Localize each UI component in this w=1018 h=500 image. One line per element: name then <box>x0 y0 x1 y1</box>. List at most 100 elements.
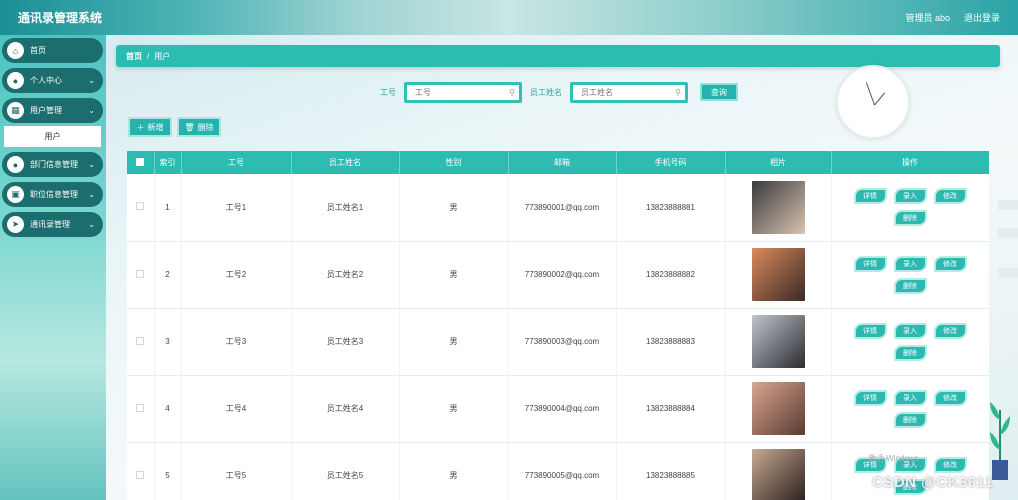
phone-cell: 13823888884 <box>616 375 726 443</box>
employee-photo <box>751 248 805 301</box>
logout-link[interactable]: 退出登录 <box>964 11 1000 24</box>
clock-decoration <box>836 65 910 139</box>
photo-cell <box>725 375 832 443</box>
home-icon: ⌂ <box>7 42 24 59</box>
gender-cell: 男 <box>399 442 509 500</box>
add-button[interactable]: ＋ 新增 <box>128 117 172 137</box>
edit-button[interactable]: 修改 <box>933 456 967 473</box>
table-row: 1 工号1 员工姓名1 男 773890001@qq.com 13823888881 详情录… <box>127 174 989 242</box>
person-icon: ● <box>7 156 24 173</box>
edit-button[interactable]: 修改 <box>933 322 967 339</box>
row-checkbox[interactable] <box>136 202 145 211</box>
table-row: 3 工号3 员工姓名3 男 773890003@qq.com 13823888883 详情录… <box>127 308 989 376</box>
enter-button[interactable]: 录入 <box>893 188 927 205</box>
sidebar-item-4[interactable]: ▣ 职位信息管理 ⌄ <box>2 182 103 207</box>
enter-button[interactable]: 录入 <box>893 322 927 339</box>
index-cell: 4 <box>154 375 182 443</box>
row-checkbox-cell <box>127 442 155 500</box>
delete-button[interactable]: 删除 <box>893 344 927 361</box>
briefcase-icon: ▣ <box>7 186 24 203</box>
edit-button[interactable]: 修改 <box>933 389 967 406</box>
sidebar: ⌂ 首页 ● 个人中心 ⌄ ▦ 用户管理 ⌄ 用户 ● 部门信息管理 ⌄ ▣ 职位信息管理 ⌄ ➤ 通讯录管理 ⌄ <box>0 35 106 500</box>
row-checkbox-cell <box>127 174 155 242</box>
table-row: 2 工号2 员工姓名2 男 773890002@qq.com 13823888882 详情录… <box>127 241 989 309</box>
search-row: 工号 ⚲ 员工姓名 ⚲ 查询 <box>380 81 738 103</box>
column-header: 操作 <box>831 151 989 174</box>
employee-photo <box>751 180 805 234</box>
decoration-stripe <box>998 268 1018 278</box>
chevron-down-icon: ⌄ <box>88 106 95 115</box>
operations-cell: 详情 录入 修改 删除 <box>831 308 989 376</box>
employee-id-cell: 工号3 <box>181 308 292 376</box>
detail-button[interactable]: 详情 <box>853 389 887 406</box>
sidebar-item-label: 通讯录管理 <box>30 220 70 229</box>
sidebar-item-2[interactable]: ▦ 用户管理 ⌄ <box>2 98 103 123</box>
decoration-stripe <box>998 200 1018 210</box>
plus-icon: ＋ <box>136 122 145 132</box>
index-cell: 1 <box>154 174 182 242</box>
send-icon: ➤ <box>7 216 24 233</box>
sidebar-item-0[interactable]: ⌂ 首页 <box>2 38 103 63</box>
sidebar-subitem-user[interactable]: 用户 <box>4 126 101 147</box>
gender-cell: 男 <box>399 174 509 242</box>
operations-cell: 详情 录入 修改 删除 <box>831 375 989 443</box>
email-cell: 773890004@qq.com <box>508 375 617 443</box>
employee-photo <box>751 449 805 500</box>
search-icon: ⚲ <box>509 87 515 97</box>
plant-decoration <box>990 402 1010 480</box>
name-search-input[interactable] <box>581 87 671 97</box>
row-checkbox[interactable] <box>136 336 145 345</box>
user-area: 管理员 abo 退出登录 <box>905 11 1000 24</box>
enter-button[interactable]: 录入 <box>893 255 927 272</box>
column-header <box>127 151 155 174</box>
grid-icon: ▦ <box>7 102 24 119</box>
employee-name-cell: 员工姓名3 <box>291 308 400 376</box>
edit-button[interactable]: 修改 <box>933 188 967 205</box>
row-checkbox[interactable] <box>136 403 145 412</box>
sidebar-item-label: 部门信息管理 <box>30 160 78 169</box>
breadcrumb-current: 用户 <box>154 51 171 61</box>
column-header: 邮箱 <box>508 151 617 174</box>
delete-button[interactable]: 删除 <box>893 277 927 294</box>
column-header: 索引 <box>154 151 182 174</box>
sidebar-item-label: 职位信息管理 <box>30 190 78 199</box>
breadcrumb-home[interactable]: 首页 <box>126 51 142 62</box>
top-bar: 通讯录管理系统 管理员 abo 退出登录 <box>0 0 1018 35</box>
bulk-delete-label: 删除 <box>197 122 214 132</box>
detail-button[interactable]: 详情 <box>853 188 887 205</box>
phone-cell: 13823888881 <box>616 174 726 242</box>
table-body: 1 工号1 员工姓名1 男 773890001@qq.com 13823888881 详情录… <box>127 174 989 500</box>
employee-name-cell: 员工姓名4 <box>291 375 400 443</box>
edit-button[interactable]: 修改 <box>933 255 967 272</box>
operations-cell: 详情 录入 修改 删除 <box>831 174 989 242</box>
operations-cell: 详情 录入 修改 删除 <box>831 442 989 500</box>
detail-button[interactable]: 详情 <box>853 255 887 272</box>
windows-activation-text: 激活 Windows <box>868 454 919 463</box>
trash-icon: 🗑 <box>184 122 195 132</box>
add-button-label: 新增 <box>147 122 164 132</box>
query-button[interactable]: 查询 <box>700 83 738 101</box>
delete-button[interactable]: 删除 <box>893 411 927 428</box>
column-header: 相片 <box>725 151 832 174</box>
photo-cell <box>725 174 832 242</box>
row-checkbox[interactable] <box>136 269 145 278</box>
name-search-label: 员工姓名 <box>530 87 562 97</box>
gender-cell: 男 <box>399 308 509 376</box>
employee-id-cell: 工号5 <box>181 442 292 500</box>
sidebar-item-1[interactable]: ● 个人中心 ⌄ <box>2 68 103 93</box>
delete-button[interactable]: 删除 <box>893 210 927 227</box>
row-checkbox[interactable] <box>136 470 145 479</box>
email-cell: 773890005@qq.com <box>508 442 617 500</box>
enter-button[interactable]: 录入 <box>893 389 927 406</box>
email-cell: 773890002@qq.com <box>508 241 617 309</box>
column-header: 手机号码 <box>616 151 726 174</box>
select-all-checkbox[interactable] <box>136 157 145 166</box>
chevron-down-icon: ⌄ <box>88 220 95 229</box>
bulk-delete-button[interactable]: 🗑 删除 <box>177 117 221 137</box>
sidebar-item-5[interactable]: ➤ 通讯录管理 ⌄ <box>2 212 103 237</box>
sidebar-item-label: 个人中心 <box>30 76 62 85</box>
id-search-input[interactable] <box>415 87 505 97</box>
employee-name-cell: 员工姓名1 <box>291 174 400 242</box>
detail-button[interactable]: 详情 <box>853 322 887 339</box>
sidebar-item-3[interactable]: ● 部门信息管理 ⌄ <box>2 152 103 177</box>
